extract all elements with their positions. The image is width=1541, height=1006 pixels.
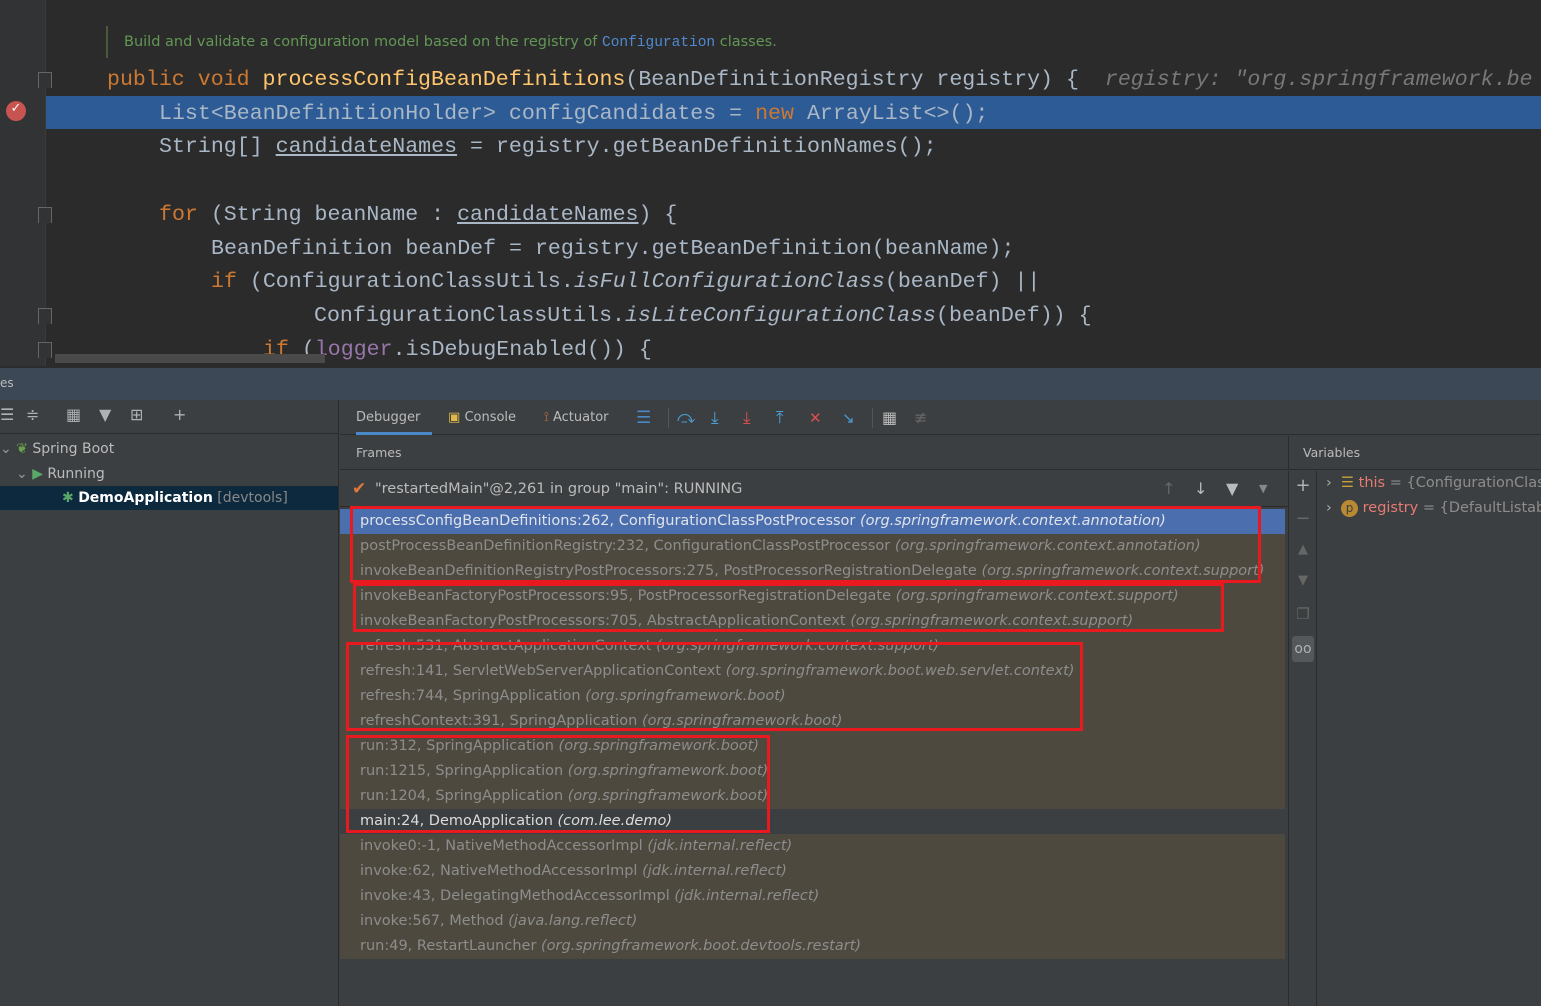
fold-icon[interactable]: [38, 207, 52, 223]
annotation-box: [353, 583, 1224, 632]
services-title: es: [0, 376, 14, 390]
frame-package: (java.lang.reflect): [508, 913, 638, 929]
frame-package: (jdk.internal.reflect): [674, 888, 820, 904]
tree-item-demo-application[interactable]: ✱ DemoApplication [devtools]: [0, 486, 338, 510]
dropdown-icon[interactable]: ▼: [1259, 471, 1267, 507]
annotation-box: [346, 735, 770, 833]
code-line-current[interactable]: List<BeanDefinitionHolder> configCandida…: [159, 97, 988, 131]
filter-frames-icon[interactable]: ▼: [1226, 471, 1238, 507]
breakpoint-icon[interactable]: ✓: [6, 101, 26, 121]
add-icon[interactable]: +: [173, 405, 186, 424]
fold-icon[interactable]: [38, 308, 52, 324]
annotation-box: [350, 506, 1261, 583]
horizontal-scrollbar[interactable]: [55, 354, 325, 363]
move-up-icon[interactable]: ▲: [1292, 542, 1314, 557]
copy-icon[interactable]: ❐: [1292, 605, 1314, 623]
force-step-into-icon[interactable]: ⤓: [743, 400, 751, 435]
step-out-icon[interactable]: ⤒: [776, 400, 784, 435]
run-icon: ▶: [32, 466, 43, 482]
frame-method: run:49, RestartLauncher: [360, 938, 537, 954]
tab-console[interactable]: ▣ Console: [448, 400, 516, 435]
previous-frame-icon[interactable]: ↑: [1162, 471, 1175, 507]
variable-this[interactable]: › ☰ this = {ConfigurationClass: [1326, 471, 1541, 496]
frame-method: invoke:43, DelegatingMethodAccessorImpl: [360, 888, 670, 904]
group-icon[interactable]: ▦: [66, 405, 81, 424]
step-into-icon[interactable]: ⤓: [711, 400, 719, 435]
annotation-box: [346, 642, 1083, 731]
step-over-icon[interactable]: ⤼: [677, 400, 695, 435]
move-down-icon[interactable]: ▼: [1292, 573, 1314, 588]
collapse-all-icon[interactable]: ≑: [26, 405, 39, 424]
evaluate-expression-icon[interactable]: ▦: [882, 400, 897, 435]
inline-value-hint: registry: "org.springframework.be: [1104, 68, 1533, 92]
console-icon: ▣: [448, 410, 461, 425]
doc-comment: Build and validate a configuration model…: [106, 26, 777, 58]
fold-icon[interactable]: [38, 342, 52, 358]
frame-package: (org.springframework.boot.devtools.resta…: [541, 938, 862, 954]
frame-row[interactable]: run:49, RestartLauncher (org.springframe…: [340, 934, 1285, 959]
frame-package: (jdk.internal.reflect): [642, 863, 787, 879]
frame-row[interactable]: invoke:567, Method (java.lang.reflect): [340, 909, 1285, 934]
code-line[interactable]: String[] candidateNames = registry.getBe…: [159, 130, 937, 164]
trace-icon[interactable]: ≢: [914, 400, 927, 435]
frame-method: invoke0:-1, NativeMethodAccessorImpl: [360, 838, 643, 854]
tab-debugger[interactable]: Debugger: [356, 400, 432, 435]
show-execution-point-icon[interactable]: ☰: [636, 400, 651, 435]
drop-frame-icon[interactable]: ✕: [809, 400, 822, 435]
frames-header: Frames: [340, 436, 1288, 470]
inline-watches-icon[interactable]: oo: [1292, 636, 1314, 662]
tree-item-spring-boot[interactable]: ⌄ ❦ Spring Boot: [0, 437, 114, 461]
spring-boot-icon: ❦: [16, 441, 28, 457]
frame-package: (jdk.internal.reflect): [647, 838, 793, 854]
next-frame-icon[interactable]: ↓: [1194, 471, 1207, 507]
code-line[interactable]: BeanDefinition beanDef = registry.getBea…: [211, 232, 1014, 266]
remove-watch-icon[interactable]: −: [1292, 508, 1314, 529]
variable-registry[interactable]: › p registry = {DefaultListable: [1326, 496, 1541, 521]
new-tab-icon[interactable]: ⊞: [130, 405, 143, 424]
frame-row[interactable]: invoke:43, DelegatingMethodAccessorImpl …: [340, 884, 1285, 909]
code-line[interactable]: ConfigurationClassUtils.isLiteConfigurat…: [314, 299, 1092, 333]
code-editor[interactable]: ✓ Build and validate a configuration mod…: [0, 0, 1541, 366]
expand-all-icon[interactable]: ☰: [0, 405, 14, 424]
check-icon: ✔: [352, 479, 367, 499]
bug-icon: ✱: [62, 490, 74, 506]
code-line[interactable]: if (ConfigurationClassUtils.isFullConfig…: [211, 265, 1040, 299]
debugger-toolbar: Debugger ▣ Console ⟟ Actuator ☰ ⤼ ⤓ ⤓ ⤒ …: [340, 400, 1541, 435]
services-title-bar: es: [0, 366, 1541, 400]
code-line[interactable]: for (String beanName : candidateNames) {: [159, 198, 677, 232]
fold-icon[interactable]: [38, 72, 52, 88]
field-icon: ☰: [1341, 475, 1355, 491]
services-toolbar: ☰ ≑ ▦ ▼ ⊞ +: [0, 400, 339, 434]
frame-row[interactable]: invoke0:-1, NativeMethodAccessorImpl (jd…: [340, 834, 1285, 859]
filter-icon[interactable]: ▼: [99, 405, 111, 424]
thread-selector[interactable]: ✔ "restartedMain"@2,261 in group "main":…: [340, 471, 1288, 507]
variables-header: Variables: [1288, 436, 1541, 470]
frame-method: invoke:62, NativeMethodAccessorImpl: [360, 863, 638, 879]
run-to-cursor-icon[interactable]: ↘: [842, 400, 855, 435]
tab-actuator[interactable]: ⟟ Actuator: [544, 400, 609, 435]
parameter-icon: p: [1341, 500, 1359, 517]
code-line[interactable]: public void processConfigBeanDefinitions…: [107, 63, 1533, 97]
new-watch-icon[interactable]: +: [1292, 475, 1314, 496]
actuator-icon: ⟟: [544, 410, 549, 425]
frame-method: invoke:567, Method: [360, 913, 504, 929]
frame-row[interactable]: invoke:62, NativeMethodAccessorImpl (jdk…: [340, 859, 1285, 884]
tree-item-running[interactable]: ⌄ ▶ Running: [16, 462, 105, 486]
